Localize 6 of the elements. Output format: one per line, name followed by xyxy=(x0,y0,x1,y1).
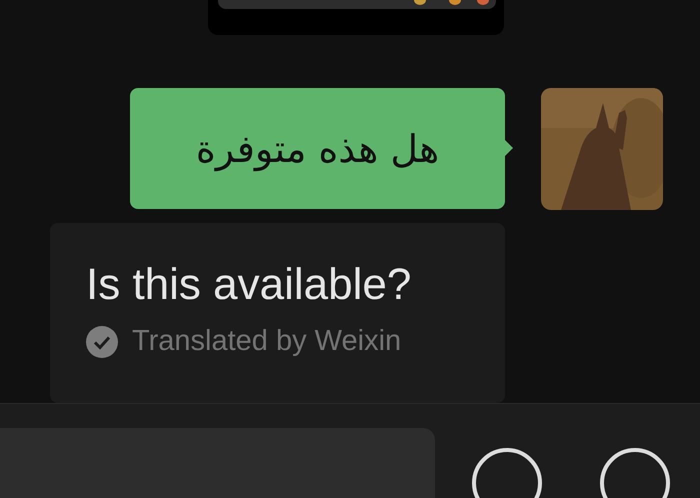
translation-text: Is this available? xyxy=(86,259,412,311)
message-text: هل هذه متوفرة xyxy=(196,126,440,170)
translation-note: Translated by Weixin xyxy=(132,325,402,358)
voice-button[interactable] xyxy=(472,448,542,498)
emoji-button[interactable] xyxy=(600,448,670,498)
check-icon xyxy=(86,326,118,358)
